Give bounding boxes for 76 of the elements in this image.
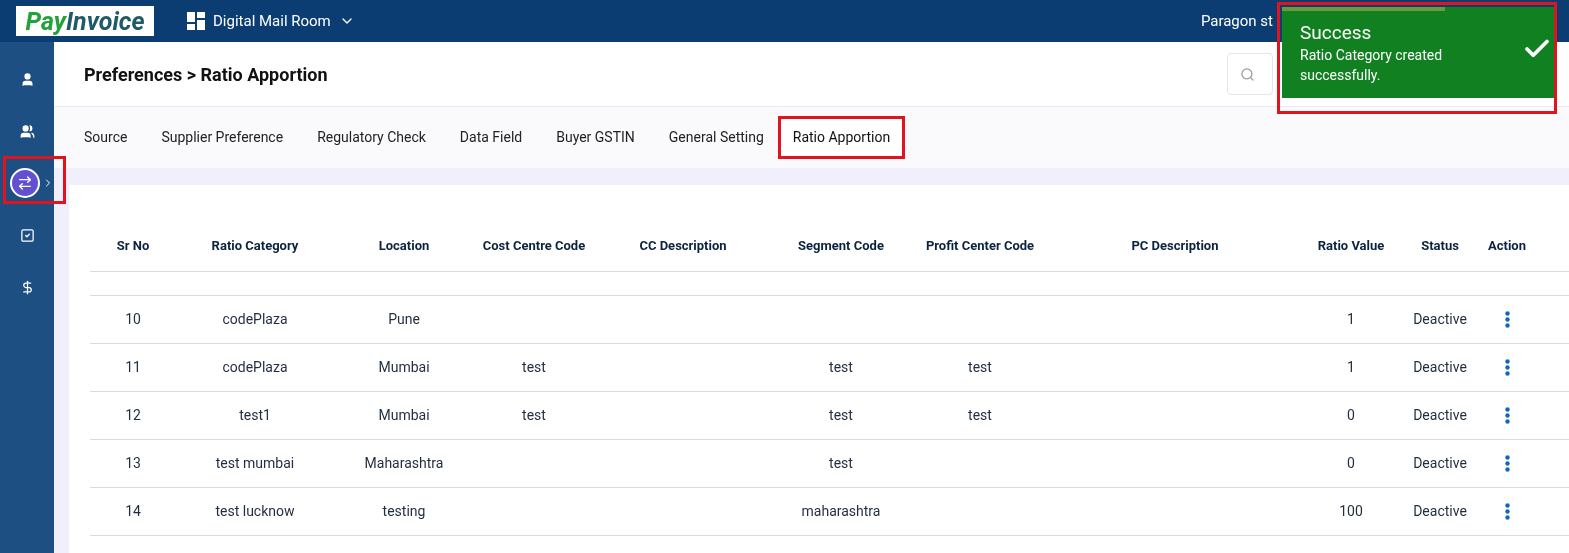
person-icon [19,71,35,87]
search-icon [1240,66,1255,82]
table-cell-text: Maharashtra [364,454,444,473]
table-cell-text: Deactive [1413,310,1467,329]
column-header: PC Description [1131,236,1219,255]
people-icon [19,123,35,139]
tab[interactable]: General Setting [668,127,764,148]
table-cell-text: 0 [1347,406,1355,425]
table-cell-text: test [968,406,992,425]
table-cell-text: Pune [388,310,420,329]
table-cell-text: test lucknow [215,502,295,521]
module-dropdown[interactable]: Digital Mail Room [187,9,355,33]
table-cell-text: testing [382,502,426,521]
column-header: CC Description [639,236,727,255]
table-cell-text: codePlaza [222,358,288,377]
kebab-icon [1504,407,1510,424]
kebab-icon [1504,455,1510,472]
sidebar-item[interactable] [10,168,40,198]
column-header: Profit Center Code [925,236,1035,255]
more-options-button[interactable] [1504,311,1510,328]
table-cell-text: test mumbai [215,454,295,473]
more-options-button[interactable] [1504,455,1510,472]
tab[interactable]: Data Field [459,127,523,148]
column-header: Ratio Value [1317,236,1385,255]
more-options-button[interactable] [1504,359,1510,376]
table-cell-text: 12 [125,406,141,425]
table-cell-text: Deactive [1413,502,1467,521]
table-cell-text: Deactive [1413,406,1467,425]
tab[interactable]: Regulatory Check [317,127,426,148]
tab[interactable]: Supplier Preference [161,127,284,148]
page-title: Preferences > Ratio Apportion [84,62,328,87]
toast-message: Ratio Category created successfully. [1300,46,1444,85]
table-cell-text: codePlaza [222,310,288,329]
kebab-icon [1504,359,1510,376]
table-cell-text: test [829,454,853,473]
table-cell-text: 11 [125,358,141,377]
grid-icon [187,12,205,30]
more-options-button[interactable] [1504,503,1510,520]
logo: PayInvoice [16,6,154,36]
table-cell-text: 100 [1339,502,1363,521]
tab[interactable]: Source [84,127,128,148]
more-options-button[interactable] [1504,407,1510,424]
table-cell-text: test [522,358,546,377]
toast-title: Success [1300,21,1373,45]
table-cell-text: 1 [1347,358,1355,377]
table-cell-text: test1 [239,406,271,425]
kebab-icon [1504,503,1510,520]
search-field[interactable] [1227,53,1273,95]
table-cell-text: 1 [1347,310,1355,329]
table-cell-text: 14 [125,502,141,521]
kebab-icon [1504,311,1510,328]
highlight-frame [3,156,66,204]
column-header: Action [1488,236,1526,255]
table-cell-text: Mumbai [378,358,430,377]
table-cell-text: Mumbai [378,406,430,425]
column-header: Sr No [116,236,150,255]
table-cell-text: test [522,406,546,425]
table-cell-text: Deactive [1413,358,1467,377]
table-cell-text: 0 [1347,454,1355,473]
table-cell-text: maharashtra [801,502,881,521]
column-header: Segment Code [798,236,884,255]
table-cell-text: Deactive [1413,454,1467,473]
table-cell-text: 13 [125,454,141,473]
tab[interactable]: Buyer GSTIN [556,127,635,148]
table-cell-text: test [968,358,992,377]
column-header: Status [1421,236,1459,255]
table-cell-text: 10 [125,310,141,329]
column-header: Location [378,236,430,255]
table-cell-text: test [829,358,853,377]
tab[interactable]: Ratio Apportion [777,116,906,159]
column-header: Cost Centre Code [482,236,586,255]
column-header: Ratio Category [211,236,299,255]
swap-arrows-icon [17,175,33,191]
table-cell-text: test [829,406,853,425]
user-name: Paragon st [1200,10,1273,32]
checked-box-icon [19,227,35,243]
